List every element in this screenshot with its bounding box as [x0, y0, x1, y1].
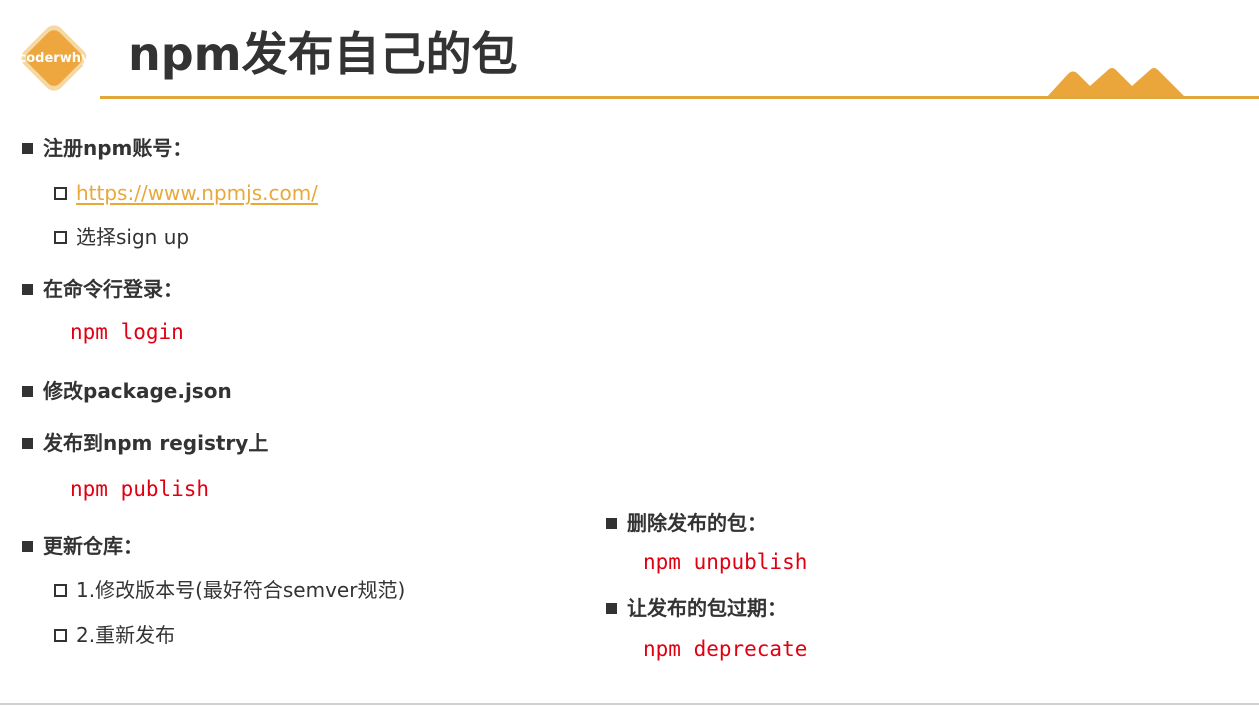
header-divider: [100, 96, 1259, 99]
hollow-square-icon: [54, 186, 67, 200]
hollow-square-icon: [54, 230, 67, 244]
login-code: npm login: [70, 320, 184, 344]
bullet-square-icon: [606, 517, 617, 529]
bullet-square-icon: [22, 283, 33, 295]
update-step-2: 2.重新发布: [76, 623, 176, 647]
update-label: 更新仓库：: [43, 534, 143, 558]
bullet-login: 在命令行登录：: [22, 275, 183, 303]
npmjs-link[interactable]: https://www.npmjs.com/: [76, 179, 318, 207]
page-title: npm发布自己的包: [128, 27, 518, 81]
register-label: 注册npm账号：: [43, 136, 193, 160]
logo-text: coderwhy: [19, 51, 90, 66]
update-step-1: 1.修改版本号(最好符合semver规范): [76, 578, 406, 602]
bullet-deprecate: 让发布的包过期：: [606, 594, 787, 622]
mountains-decoration-icon: [1046, 66, 1206, 98]
bullet-square-icon: [22, 437, 33, 449]
deprecate-label: 让发布的包过期：: [627, 596, 787, 620]
bullet-square-icon: [22, 142, 33, 154]
sub-bullet-signup: 选择sign up: [54, 223, 189, 251]
modify-label: 修改package.json: [43, 379, 232, 403]
bullet-unpublish: 删除发布的包：: [606, 509, 767, 537]
bottom-divider: [0, 703, 1259, 705]
bullet-square-icon: [606, 602, 617, 614]
login-label: 在命令行登录：: [43, 277, 183, 301]
sub-bullet-update-step-2: 2.重新发布: [54, 621, 175, 649]
sub-bullet-update-step-1: 1.修改版本号(最好符合semver规范): [54, 576, 405, 604]
slide: coderwhy npm发布自己的包 注册npm账号： https://www.…: [0, 0, 1259, 706]
hollow-square-icon: [54, 628, 67, 642]
unpublish-label: 删除发布的包：: [627, 511, 767, 535]
publish-label: 发布到npm registry上: [43, 431, 269, 455]
coderwhy-logo: coderwhy: [12, 16, 96, 100]
bullet-register: 注册npm账号：: [22, 134, 192, 162]
signup-step: 选择sign up: [76, 225, 190, 249]
bullet-square-icon: [22, 385, 33, 397]
sub-bullet-link: https://www.npmjs.com/: [54, 179, 318, 207]
deprecate-code: npm deprecate: [643, 637, 808, 661]
publish-code: npm publish: [70, 477, 210, 501]
bullet-modify: 修改package.json: [22, 377, 232, 405]
unpublish-code: npm unpublish: [643, 550, 808, 574]
logo-diamond-icon: coderwhy: [19, 25, 90, 91]
bullet-publish: 发布到npm registry上: [22, 429, 268, 457]
bullet-update: 更新仓库：: [22, 532, 143, 560]
hollow-square-icon: [54, 583, 67, 597]
bullet-square-icon: [22, 540, 33, 552]
